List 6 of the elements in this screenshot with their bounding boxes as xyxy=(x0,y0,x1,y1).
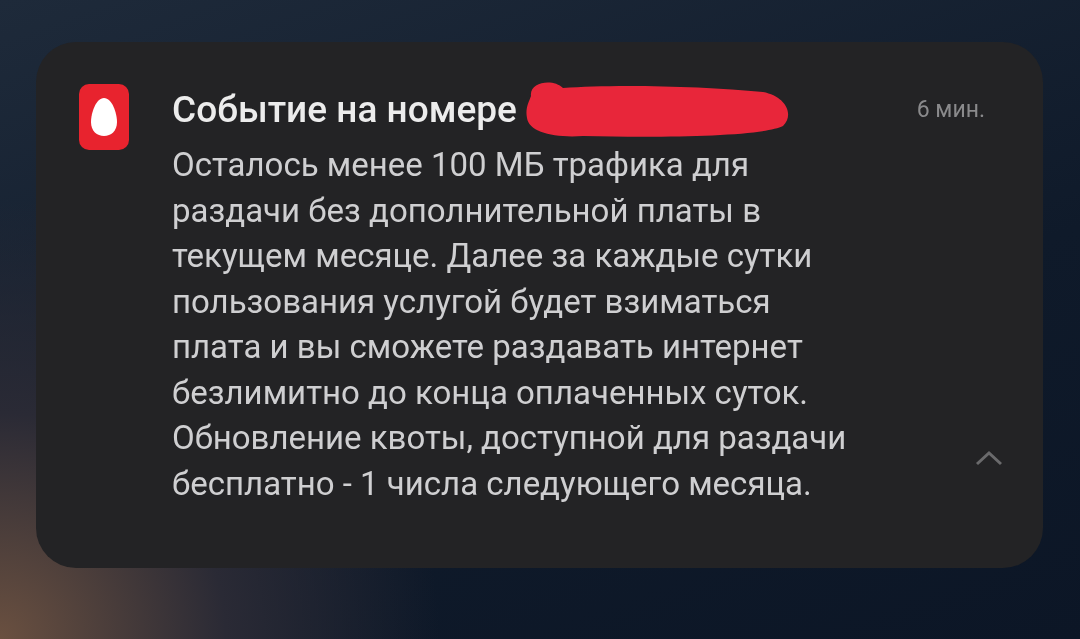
notification-title: Событие на номере xyxy=(172,87,517,131)
notification-time: 6 мин. xyxy=(916,95,985,123)
notification-body: Осталось менее 100 МБ трафика для раздачи без дополнительной платы в текущем месяце. Далее за каждые сутки пользования услугой будет взиматься плата и вы сможете раздавать интернет безлимитно до конца оплаченных суток. Обновление квоты, доступной для раздачи бесплатно - 1 числа следующего месяца. xyxy=(172,144,847,505)
egg-icon xyxy=(79,84,129,150)
notification-card[interactable] xyxy=(36,42,1043,568)
collapse-icon[interactable] xyxy=(975,450,1003,466)
